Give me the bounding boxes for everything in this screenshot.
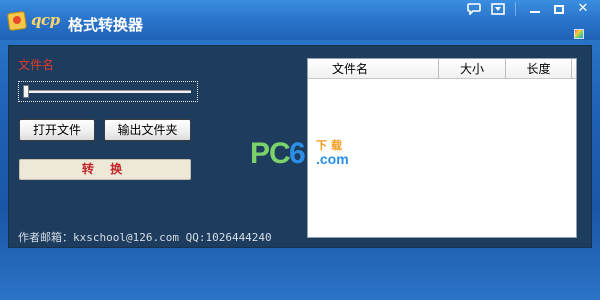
convert-button[interactable]: 转 换 xyxy=(19,159,191,180)
file-list-header: 文件名 大小 长度 xyxy=(308,59,576,79)
author-contact: 作者邮箱：kxschool@126.com QQ:1026444240 xyxy=(18,231,272,244)
controls-divider xyxy=(515,2,516,16)
column-header-name[interactable]: 文件名 xyxy=(308,59,439,79)
watermark-com: .com xyxy=(316,151,349,167)
minimize-icon[interactable] xyxy=(524,0,546,18)
maximize-icon[interactable] xyxy=(548,0,570,18)
app-brand: qcp xyxy=(31,11,60,29)
slider-thumb[interactable] xyxy=(23,85,29,98)
watermark-six: 6 xyxy=(289,137,306,170)
slider-track xyxy=(27,90,191,93)
close-icon[interactable]: ✕ xyxy=(572,0,594,18)
chat-bubble-icon[interactable] xyxy=(463,0,485,18)
title-bar: qcp 格式转换器 ✕ xyxy=(0,0,600,40)
progress-slider[interactable] xyxy=(18,81,198,102)
app-title: 格式转换器 xyxy=(68,16,144,34)
column-header-size[interactable]: 大小 xyxy=(439,59,506,79)
watermark-pc: PC xyxy=(250,137,291,170)
color-palette-icon[interactable] xyxy=(574,29,584,39)
window-controls: ✕ xyxy=(461,0,594,18)
dropdown-menu-icon[interactable] xyxy=(487,0,509,18)
file-name-label: 文件名 xyxy=(18,58,55,72)
app-logo-icon xyxy=(6,10,28,32)
open-file-button[interactable]: 打开文件 xyxy=(19,119,95,141)
file-list[interactable]: 文件名 大小 长度 xyxy=(307,58,577,238)
column-header-length[interactable]: 长度 xyxy=(506,59,572,79)
output-folder-button[interactable]: 输出文件夹 xyxy=(104,119,191,141)
